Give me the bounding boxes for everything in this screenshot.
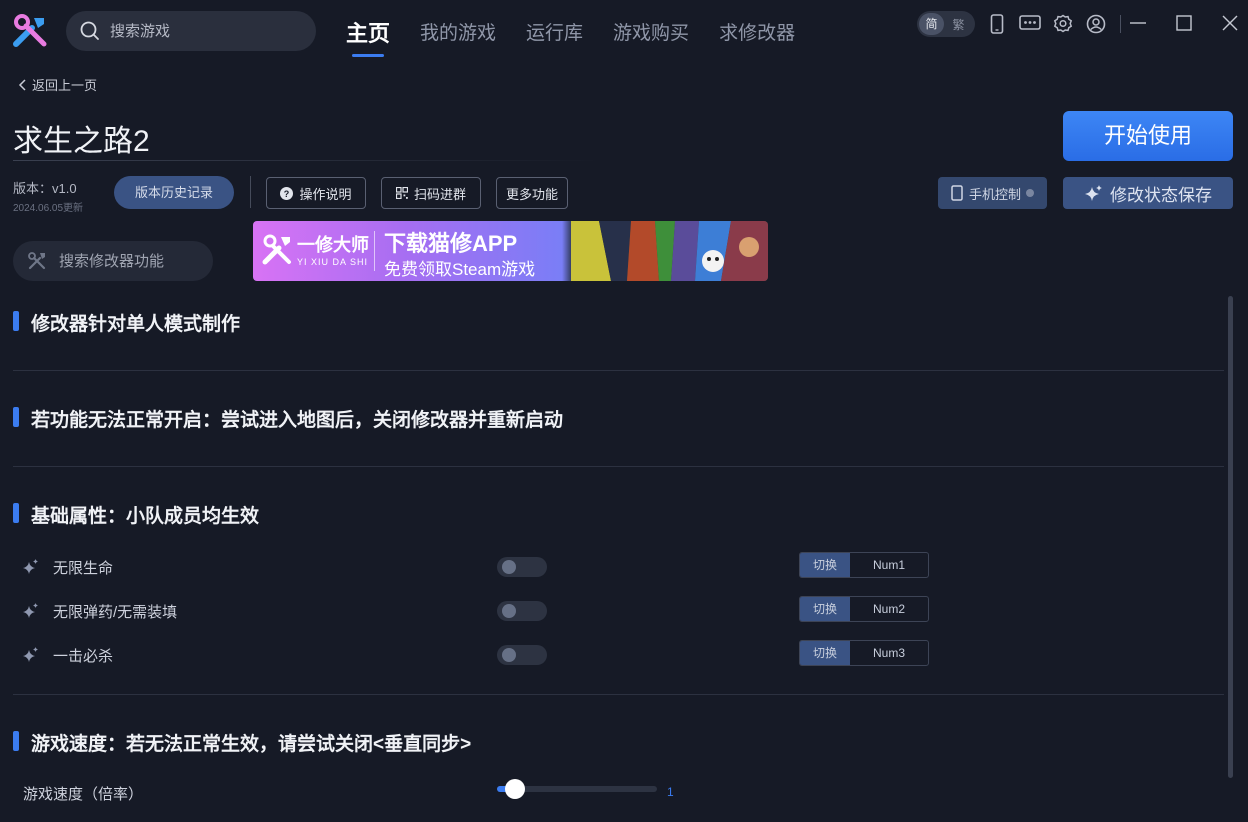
save-state-label: 修改状态保存 [1110,185,1212,205]
maximize-icon[interactable] [1174,13,1194,33]
main-nav: 主页 我的游戏 运行库 游戏购买 求修改器 [346,16,825,57]
cheat-toggle[interactable] [497,557,547,577]
trainer-function-search-input[interactable] [59,252,199,270]
save-state-button[interactable]: 修改状态保存 [1063,177,1233,209]
tab-home[interactable]: 主页 [346,16,390,57]
back-label: 返回上一页 [32,78,98,93]
more-features-label: 更多功能 [505,186,558,202]
trainer-function-search[interactable] [13,241,213,281]
search-icon [80,21,99,40]
toggle-knob [502,560,516,574]
sparkle-icon [23,603,38,618]
message-icon[interactable] [1019,13,1041,35]
promo-banner[interactable]: 一修大师 YI XIU DA SHI 下载猫修APP 免费领取Steam游戏 [253,221,768,281]
phone-control-label: 手机控制 [968,186,1021,202]
svg-text:?: ? [284,189,290,199]
hotkey-action[interactable]: 切换 [800,553,850,577]
phone-control-button[interactable]: 手机控制 [938,177,1047,209]
cheat-label: 无限生命 [53,560,114,577]
section-title: 若功能无法正常开启：尝试进入地图后，关闭修改器并重新启动 [13,405,563,432]
tab-my-games[interactable]: 我的游戏 [420,18,496,48]
help-button-label: 操作说明 [299,186,352,202]
section-title: 游戏速度：若无法正常生效，请尝试关闭<垂直同步> [13,729,471,756]
gear-icon[interactable] [1052,13,1074,35]
more-features-button[interactable]: 更多功能 [496,177,568,209]
speed-value: 1 [667,785,674,799]
chevron-left-icon [18,78,26,91]
language-toggle[interactable]: 简 繁 [917,11,975,37]
section-title: 基础属性：小队成员均生效 [13,501,259,528]
wrench-icon [28,252,46,270]
top-icon-group [986,13,1127,35]
tablet-icon [951,185,963,201]
cheat-row: 无限弹药/无需装填 切换 Num2 [22,596,1222,626]
banner-brand-name: 一修大师 [297,235,369,255]
hotkey-binding: 切换 Num2 [799,596,929,622]
close-icon[interactable] [1220,13,1240,33]
brand-logo-icon [262,234,291,265]
divider [13,466,1224,467]
scrollbar[interactable] [1228,296,1233,778]
question-icon: ? [280,186,294,200]
cheat-toggle[interactable] [497,601,547,621]
trainer-content: 修改器针对单人模式制作 若功能无法正常开启：尝试进入地图后，关闭修改器并重新启动… [0,296,1230,822]
hotkey-binding: 切换 Num3 [799,640,929,666]
cheat-label: 无限弹药/无需装填 [53,604,178,621]
game-search-input[interactable] [110,22,290,40]
version-label: 版本：v1.0 [13,181,77,196]
tab-runtime-library[interactable]: 运行库 [526,18,583,48]
version-info: 版本：v1.0 2024.06.05更新 [13,178,83,214]
page-title: 求生之路2 [13,125,150,158]
divider [374,231,375,271]
qr-code-icon [395,187,408,199]
back-link[interactable]: 返回上一页 [18,75,97,94]
banner-title: 下载猫修APP [384,231,518,256]
divider [1120,15,1121,33]
version-history-button[interactable]: 版本历史记录 [114,176,234,209]
lang-traditional[interactable]: 繁 [944,16,973,33]
title-divider [13,160,603,161]
start-button[interactable]: 开始使用 [1063,111,1233,161]
hotkey-key[interactable]: Num1 [850,553,928,577]
banner-subtitle: 免费领取Steam游戏 [384,260,536,279]
cheat-label: 一击必杀 [53,648,114,665]
top-bar: 主页 我的游戏 运行库 游戏购买 求修改器 简 繁 [0,0,1248,62]
hotkey-action[interactable]: 切换 [800,641,850,665]
tab-game-purchase[interactable]: 游戏购买 [613,18,689,48]
qr-join-button[interactable]: 扫码进群 [381,177,481,209]
mobile-icon[interactable] [986,13,1008,35]
banner-game-art [571,221,768,281]
user-icon[interactable] [1085,13,1107,35]
game-search[interactable] [66,11,316,51]
banner-brand-en: YI XIU DA SHI [297,257,369,267]
help-button[interactable]: ? 操作说明 [266,177,366,209]
speed-slider[interactable] [497,779,657,799]
minimize-icon[interactable] [1128,13,1148,33]
lang-simplified[interactable]: 简 [919,13,944,35]
app-logo-icon[interactable] [12,14,48,50]
qr-join-label: 扫码进群 [413,186,466,202]
hotkey-key[interactable]: Num3 [850,641,928,665]
version-date: 2024.06.05更新 [13,203,84,214]
status-dot-icon [1026,189,1034,197]
sparkle-icon [23,647,38,662]
sparkle-icon [23,559,38,574]
cheat-row: 一击必杀 切换 Num3 [22,640,1222,670]
tab-request-trainer[interactable]: 求修改器 [719,18,795,48]
divider [250,176,251,208]
toggle-knob [502,648,516,662]
speed-label: 游戏速度（倍率） [23,786,144,803]
hotkey-binding: 切换 Num1 [799,552,929,578]
cheat-row: 无限生命 切换 Num1 [22,552,1222,582]
slider-thumb[interactable] [504,779,525,799]
divider [13,370,1224,371]
hotkey-action[interactable]: 切换 [800,597,850,621]
toggle-knob [502,604,516,618]
section-title: 修改器针对单人模式制作 [13,309,240,336]
hotkey-key[interactable]: Num2 [850,597,928,621]
divider [13,694,1224,695]
sparkle-icon [1085,185,1102,201]
cheat-toggle[interactable] [497,645,547,665]
